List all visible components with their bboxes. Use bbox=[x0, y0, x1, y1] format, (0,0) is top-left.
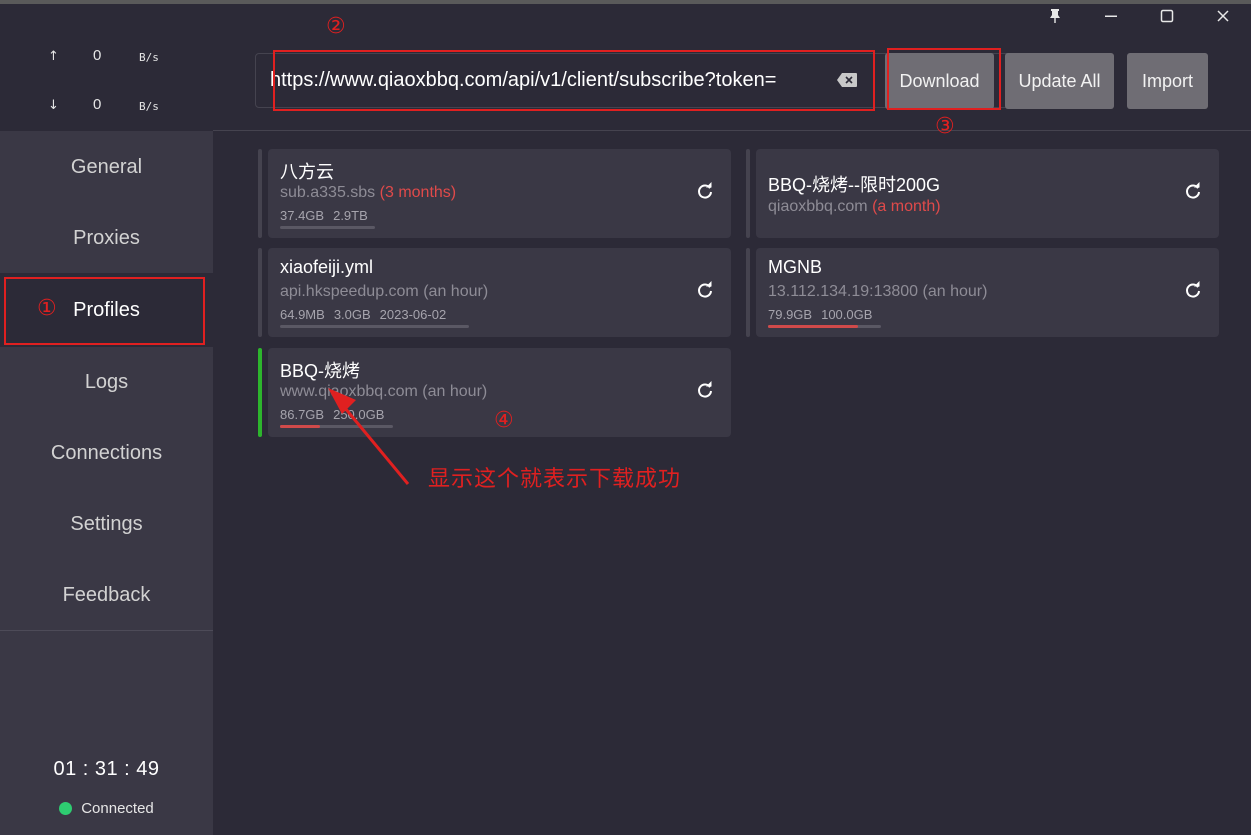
usage-expire: 2023-06-02 bbox=[379, 307, 447, 322]
update-all-button[interactable]: Update All bbox=[1005, 53, 1114, 109]
profile-host: 13.112.134.19:13800 bbox=[768, 283, 919, 300]
maximize-icon[interactable] bbox=[1139, 0, 1195, 31]
profile-card-body[interactable]: MGNB 13.112.134.19:13800 (an hour) 79.9G… bbox=[756, 248, 1219, 337]
import-button[interactable]: Import bbox=[1127, 53, 1208, 109]
profile-select-indicator bbox=[258, 248, 262, 337]
upload-unit: B/s bbox=[139, 51, 159, 64]
usage-total: 2.9TB bbox=[333, 208, 368, 223]
annotation-note: 显示这个就表示下载成功 bbox=[428, 467, 682, 492]
profile-host: api.hkspeedup.com bbox=[280, 283, 419, 300]
runtime-clock: 01 : 31 : 49 bbox=[53, 758, 160, 780]
profile-usage: 64.9MB 3.0GB 2023-06-02 bbox=[280, 307, 455, 322]
nav-item-connections[interactable]: Connections bbox=[0, 418, 213, 488]
profile-card[interactable]: xiaofeiji.yml api.hkspeedup.com (an hour… bbox=[258, 248, 732, 337]
upload-value: 0 bbox=[93, 47, 102, 64]
connection-label: Connected bbox=[81, 800, 154, 817]
profile-usage: 37.4GB 2.9TB bbox=[280, 208, 377, 223]
download-unit: B/s bbox=[139, 100, 159, 113]
nav-group-upper: General Proxies bbox=[0, 131, 213, 273]
usage-used: 37.4GB bbox=[280, 208, 325, 223]
annotation-box-profiles bbox=[4, 277, 205, 345]
nav-item-proxies[interactable]: Proxies bbox=[0, 203, 213, 273]
profile-source: api.hkspeedup.com (an hour) bbox=[280, 283, 488, 301]
profile-card-body[interactable]: BBQ-烧烤--限时200G qiaoxbbq.com (a month) bbox=[756, 149, 1219, 238]
refresh-icon[interactable] bbox=[695, 182, 715, 202]
profile-card[interactable]: BBQ-烧烤--限时200G qiaoxbbq.com (a month) bbox=[746, 149, 1220, 238]
title-bar bbox=[0, 0, 1251, 31]
pin-icon[interactable] bbox=[1027, 0, 1083, 31]
profile-age: (a month) bbox=[872, 198, 941, 215]
profile-source: sub.a335.sbs (3 months) bbox=[280, 184, 456, 202]
profile-select-indicator bbox=[258, 149, 262, 238]
annotation-number-1: ① bbox=[37, 296, 57, 321]
profile-name: MGNB bbox=[768, 257, 822, 277]
download-arrow-icon: ↓ bbox=[48, 98, 59, 113]
annotation-number-3: ③ bbox=[935, 114, 955, 139]
profile-usage: 79.9GB 100.0GB bbox=[768, 307, 881, 322]
profile-source: 13.112.134.19:13800 (an hour) bbox=[768, 283, 987, 301]
nav-group-lower: Logs Connections Settings Feedback bbox=[0, 347, 213, 629]
traffic-panel: ↑ 0 B/s ↓ 0 B/s bbox=[0, 31, 213, 131]
profile-select-indicator bbox=[746, 248, 750, 337]
profile-name: xiaofeiji.yml bbox=[280, 257, 374, 277]
nav-item-logs[interactable]: Logs bbox=[0, 347, 213, 417]
profile-host: qiaoxbbq.com bbox=[768, 198, 868, 215]
usage-bar-fill bbox=[768, 325, 859, 328]
usage-bar bbox=[280, 325, 469, 328]
usage-bar-fill bbox=[280, 425, 320, 428]
usage-used: 64.9MB bbox=[280, 307, 325, 322]
minimize-icon[interactable] bbox=[1083, 0, 1139, 31]
upload-arrow-icon: ↑ bbox=[48, 49, 59, 64]
usage-used: 79.9GB bbox=[768, 307, 813, 322]
profile-source: qiaoxbbq.com (a month) bbox=[768, 198, 941, 216]
close-icon[interactable] bbox=[1195, 0, 1251, 31]
profile-card-body[interactable]: xiaofeiji.yml api.hkspeedup.com (an hour… bbox=[268, 248, 731, 337]
refresh-icon[interactable] bbox=[695, 381, 715, 401]
download-value: 0 bbox=[93, 96, 102, 113]
download-speed: ↓ 0 B/s bbox=[0, 92, 213, 122]
annotation-box-url bbox=[273, 50, 875, 111]
profile-select-indicator bbox=[258, 348, 262, 437]
sidebar: ↑ 0 B/s ↓ 0 B/s General Proxies Profiles… bbox=[0, 31, 213, 835]
nav-item-feedback[interactable]: Feedback bbox=[0, 560, 213, 630]
profile-host: sub.a335.sbs bbox=[280, 184, 376, 201]
upload-speed: ↑ 0 B/s bbox=[0, 43, 213, 73]
usage-total: 3.0GB bbox=[333, 307, 371, 322]
connection-status: Connected bbox=[0, 800, 213, 817]
profile-name: 八方云 bbox=[280, 162, 334, 182]
status-dot-icon bbox=[59, 802, 73, 815]
profile-name: BBQ-烧烤--限时200G bbox=[768, 175, 941, 195]
refresh-icon[interactable] bbox=[695, 281, 715, 301]
usage-total: 100.0GB bbox=[821, 307, 873, 322]
annotation-box-download bbox=[887, 48, 1001, 110]
profile-age: (an hour) bbox=[922, 283, 988, 300]
usage-bar bbox=[280, 226, 375, 229]
annotation-arrow-icon bbox=[328, 388, 410, 485]
sidebar-divider bbox=[0, 630, 213, 631]
nav-item-settings[interactable]: Settings bbox=[0, 489, 213, 559]
profile-age: (an hour) bbox=[423, 283, 489, 300]
profile-select-indicator bbox=[746, 149, 750, 238]
profile-card[interactable]: MGNB 13.112.134.19:13800 (an hour) 79.9G… bbox=[746, 248, 1220, 337]
profile-card[interactable]: 八方云 sub.a335.sbs (3 months) 37.4GB 2.9TB bbox=[258, 149, 732, 238]
toolbar-divider bbox=[213, 130, 1251, 131]
refresh-icon[interactable] bbox=[1183, 182, 1203, 202]
annotation-number-2: ② bbox=[326, 14, 346, 39]
usage-bar bbox=[768, 325, 881, 328]
profile-age: (3 months) bbox=[379, 184, 457, 201]
annotation-number-4: ④ bbox=[494, 408, 514, 433]
profile-card-body[interactable]: 八方云 sub.a335.sbs (3 months) 37.4GB 2.9TB bbox=[268, 149, 731, 238]
refresh-icon[interactable] bbox=[1183, 281, 1203, 301]
profile-age: (an hour) bbox=[422, 383, 488, 400]
nav-item-general[interactable]: General bbox=[0, 132, 213, 202]
